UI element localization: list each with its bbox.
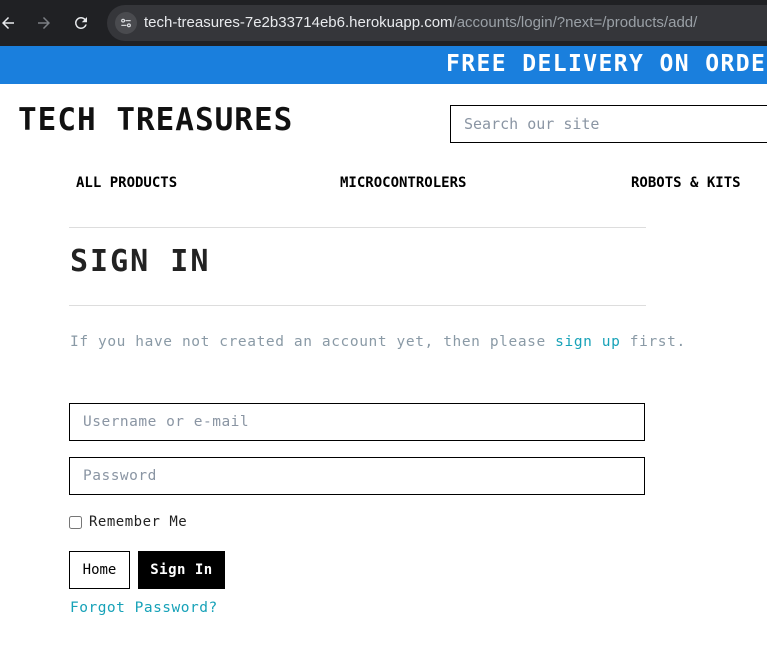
signup-link[interactable]: sign up xyxy=(555,334,620,350)
home-button[interactable]: Home xyxy=(69,551,130,589)
forward-button[interactable] xyxy=(32,11,56,35)
sign-in-button[interactable]: Sign In xyxy=(138,551,225,589)
nav-item-all-products[interactable]: ALL PRODUCTS xyxy=(76,175,177,191)
arrow-right-icon xyxy=(38,17,50,29)
page-title: SIGN IN xyxy=(70,244,211,279)
address-bar[interactable]: tech-treasures-7e2b33714eb6.herokuapp.co… xyxy=(107,5,767,41)
search-input[interactable] xyxy=(450,105,767,143)
divider-bottom xyxy=(69,305,646,306)
remember-me-label[interactable]: Remember Me xyxy=(89,514,187,530)
forgot-password-link[interactable]: Forgot Password? xyxy=(70,600,218,616)
remember-me: Remember Me xyxy=(69,514,187,530)
arrow-left-icon xyxy=(2,17,14,29)
site-info-button[interactable] xyxy=(115,12,137,34)
promo-banner: FREE DELIVERY ON ORDERS O xyxy=(0,46,767,84)
url-path: /accounts/login/?next=/products/add/ xyxy=(452,14,698,31)
remember-me-checkbox[interactable] xyxy=(69,515,82,529)
url-host: tech-treasures-7e2b33714eb6.herokuapp.co… xyxy=(144,14,453,31)
url-text: tech-treasures-7e2b33714eb6.herokuapp.co… xyxy=(144,14,697,31)
nav-item-robots-kits[interactable]: ROBOTS & KITS xyxy=(631,175,741,191)
signup-prompt: If you have not created an account yet, … xyxy=(70,334,686,350)
reload-button[interactable] xyxy=(69,11,93,35)
browser-toolbar: tech-treasures-7e2b33714eb6.herokuapp.co… xyxy=(0,0,767,46)
nav-item-microcontrolers[interactable]: MICROCONTROLERS xyxy=(340,175,466,191)
signup-prompt-before: If you have not created an account yet, … xyxy=(70,334,556,350)
back-button[interactable] xyxy=(0,11,20,35)
username-field[interactable] xyxy=(69,403,645,441)
reload-icon xyxy=(75,16,87,29)
signup-prompt-after: first. xyxy=(620,334,686,350)
password-field[interactable] xyxy=(69,457,645,495)
site-logo[interactable]: TECH TREASURES xyxy=(18,102,293,138)
divider-top xyxy=(69,227,646,228)
banner-text: FREE DELIVERY ON ORDERS O xyxy=(446,51,767,77)
tune-icon xyxy=(121,18,131,28)
